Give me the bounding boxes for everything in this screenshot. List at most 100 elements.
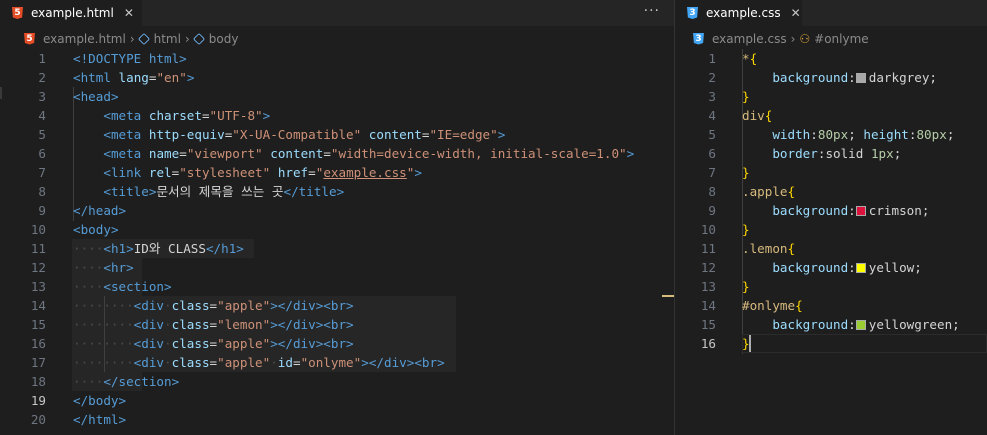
code-line[interactable]: 8 <title>문서의 제목을 쓰는 곳</title> <box>0 182 674 201</box>
code-line[interactable]: 17 ········<div·class="apple"·id="onlyme"… <box>0 353 674 372</box>
tab-example-css[interactable]: 3 example.css ✕ <box>675 0 802 26</box>
code-line[interactable]: 1 <!DOCTYPE html> <box>0 49 674 68</box>
breadcrumb-selector[interactable]: #onlyme <box>814 32 869 46</box>
code-line[interactable]: 4 <meta charset="UTF-8"> <box>0 106 674 125</box>
code-token: 1px <box>870 146 894 161</box>
code-line[interactable]: 9 background: crimson; <box>675 201 987 220</box>
code-line[interactable]: 12 background: yellow; <box>675 258 987 277</box>
line-code: width:80px; height:80px; <box>742 125 954 144</box>
code-line[interactable]: 9 </head> <box>0 201 674 220</box>
color-swatch-icon[interactable] <box>855 263 866 273</box>
code-line[interactable]: 1 *{ <box>675 49 987 68</box>
code-line[interactable]: 18 ····</section> <box>0 372 674 391</box>
code-line[interactable]: 14 #onlyme{ <box>675 296 987 315</box>
code-token: = <box>179 146 187 161</box>
code-line[interactable]: 8 .apple{ <box>675 182 987 201</box>
code-line[interactable]: 3} <box>675 87 987 106</box>
tab-example-html[interactable]: 5 example.html ✕ <box>0 0 142 26</box>
code-token: · <box>164 298 172 313</box>
code-token: link <box>110 165 142 180</box>
code-line[interactable]: 14 ········<div·class="apple"></div><br> <box>0 296 674 315</box>
code-line[interactable]: 6 border:solid 1px; <box>675 144 987 163</box>
code-token: ···· <box>73 241 104 256</box>
code-token: { <box>795 298 803 313</box>
code-token: < <box>103 127 111 142</box>
code-token: <!DOCTYPE <box>73 51 149 66</box>
code-line[interactable]: 11 ····<h1>ID와 CLASS</h1> <box>0 239 674 258</box>
line-code: <html lang="en"> <box>73 68 194 87</box>
color-swatch-icon[interactable] <box>855 206 866 216</box>
code-token: br <box>330 336 347 351</box>
line-code: <link rel="stylesheet" href="example.css… <box>73 163 422 182</box>
code-token: rel <box>148 165 172 180</box>
code-token: </ <box>73 203 89 218</box>
code-line[interactable]: 11 .lemon{ <box>675 239 987 258</box>
code-line[interactable]: 10 <body> <box>0 220 674 239</box>
code-token: ; <box>946 127 955 142</box>
code-token: yellowgreen; <box>868 317 960 332</box>
code-line[interactable]: 7 <link rel="stylesheet" href="example.c… <box>0 163 674 182</box>
close-icon[interactable]: ✕ <box>791 6 801 20</box>
code-line[interactable]: 15 ········<div·class="lemon"></div><br> <box>0 315 674 334</box>
line-number: 3 <box>708 89 716 104</box>
breadcrumb-file[interactable]: example.html <box>43 32 126 46</box>
code-line[interactable]: 12 ····<hr> <box>0 258 674 277</box>
code-line[interactable]: 4 div{ <box>675 106 987 125</box>
code-token: content <box>368 127 422 142</box>
code-token: > <box>336 184 345 199</box>
code-token: solid <box>825 146 871 161</box>
code-token: 80px <box>817 127 849 142</box>
code-area[interactable]: 1 <!DOCTYPE html> 2 <html lang="en"> 3 <head>… <box>0 49 674 429</box>
code-token: height <box>863 127 909 142</box>
code-line[interactable]: 10} <box>675 220 987 239</box>
breadcrumb-file[interactable]: example.css <box>712 32 787 46</box>
breadcrumb-body[interactable]: body <box>209 32 239 46</box>
code-line[interactable]: 16 ········<div·class="apple"></div><br> <box>0 334 674 353</box>
code-token: : <box>848 70 856 85</box>
close-icon[interactable]: ✕ <box>124 6 134 20</box>
code-token: >< <box>315 336 331 351</box>
line-number: 8 <box>708 184 716 199</box>
line-number: 18 <box>30 374 46 389</box>
code-token: >< <box>406 355 422 370</box>
code-line[interactable]: 2 <html lang="en"> <box>0 68 674 87</box>
code-line[interactable]: 15 background: yellowgreen; <box>675 315 987 334</box>
code-line[interactable]: 13 ····<section> <box>0 277 674 296</box>
code-token: background <box>772 260 849 275</box>
code-token: < <box>103 260 111 275</box>
breadcrumb-html[interactable]: html <box>154 32 181 46</box>
code-line[interactable]: 6 <meta name="viewport" content="width=d… <box>0 144 674 163</box>
code-token: body <box>88 393 119 408</box>
code-line[interactable]: 13} <box>675 277 987 296</box>
code-line[interactable]: 3 <head> <box>0 87 674 106</box>
more-actions-icon[interactable]: ··· <box>644 3 660 19</box>
code-line[interactable]: 5 <meta http-equiv="X-UA-Compatible" con… <box>0 125 674 144</box>
line-code: #onlyme{ <box>742 296 803 315</box>
code-token: < <box>103 279 111 294</box>
line-code: </body> <box>73 391 126 410</box>
color-swatch-icon[interactable] <box>855 320 866 330</box>
code-token: < <box>73 89 81 104</box>
code-line[interactable]: 2 background: darkgrey; <box>675 68 987 87</box>
code-token: br <box>330 298 347 313</box>
code-token: { <box>787 184 796 199</box>
line-number: 9 <box>708 203 716 218</box>
line-code: .lemon{ <box>742 239 795 258</box>
code-line[interactable]: 7} <box>675 163 987 182</box>
code-token: ></ <box>270 317 293 332</box>
code-area[interactable]: 1 *{2 background: darkgrey; 3} 4 div{5 width:… <box>675 49 987 353</box>
code-token: < <box>103 241 111 256</box>
code-line[interactable]: 19 </body> <box>0 391 674 410</box>
code-line[interactable]: 5 width:80px; height:80px; <box>675 125 987 144</box>
code-line[interactable]: 16} <box>675 334 987 353</box>
code-token: < <box>73 222 81 237</box>
code-line[interactable]: 20 </html> <box>0 410 674 429</box>
code-token: background <box>772 317 849 332</box>
code-token: ········ <box>73 355 134 370</box>
color-swatch-icon[interactable] <box>855 73 866 83</box>
